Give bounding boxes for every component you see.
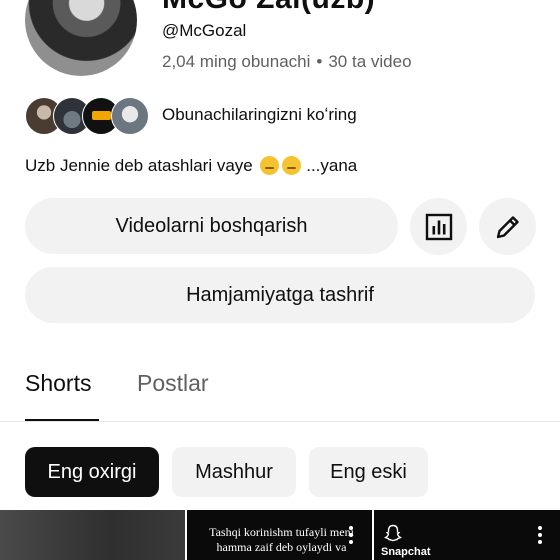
channel-stats: 2,04 ming obunachi • 30 ta video: [162, 52, 412, 72]
manage-videos-button[interactable]: Videolarni boshqarish: [25, 198, 398, 254]
description-more[interactable]: ...yana: [306, 156, 357, 175]
video-count: 30 ta video: [328, 52, 412, 71]
visit-community-button[interactable]: Hamjamiyatga tashrif: [25, 267, 535, 323]
channel-avatar[interactable]: [25, 0, 137, 76]
emoji-icon: [282, 156, 302, 175]
filter-oldest-chip[interactable]: Eng eski: [309, 447, 428, 497]
short-thumbnail[interactable]: Snapchat: [374, 510, 560, 560]
analytics-icon: [425, 213, 452, 240]
thumbnail-caption: Tashqi korinishm tufayli meni hamma zaif…: [209, 525, 354, 554]
filter-latest-chip[interactable]: Eng oxirgi: [25, 447, 159, 497]
more-options-icon[interactable]: [349, 526, 353, 547]
subscriber-count: 2,04 ming obunachi: [162, 52, 311, 71]
snapchat-ghost-icon: [384, 524, 402, 542]
subscriber-avatar-badge: [92, 111, 111, 120]
emoji-icon: [260, 156, 280, 175]
description-text: Uzb Jennie deb atashlari vaye: [25, 156, 253, 175]
stats-separator: •: [316, 52, 323, 71]
view-subscribers-link[interactable]: Obunachilaringizni koʻring: [162, 105, 357, 125]
more-options-icon[interactable]: [538, 526, 542, 547]
edit-channel-button[interactable]: [479, 198, 536, 255]
short-thumbnail[interactable]: [0, 510, 185, 560]
subscriber-avatars[interactable]: [25, 97, 150, 135]
tabs-divider: [0, 421, 560, 422]
channel-handle: @McGozal: [162, 21, 247, 40]
channel-description[interactable]: Uzb Jennie deb atashlari vaye ...yana: [25, 156, 357, 176]
analytics-button[interactable]: [410, 198, 467, 255]
filter-popular-chip[interactable]: Mashhur: [172, 447, 296, 497]
channel-title: McGo Zal(uzb): [162, 0, 375, 16]
tab-posts[interactable]: Postlar: [137, 370, 209, 397]
pencil-icon: [496, 215, 519, 238]
thumbnail-app-label: Snapchat: [381, 546, 431, 558]
short-thumbnail[interactable]: Tashqi korinishm tufayli meni hamma zaif…: [187, 510, 372, 560]
subscriber-avatar: [111, 97, 149, 135]
tab-shorts[interactable]: Shorts: [25, 370, 91, 397]
